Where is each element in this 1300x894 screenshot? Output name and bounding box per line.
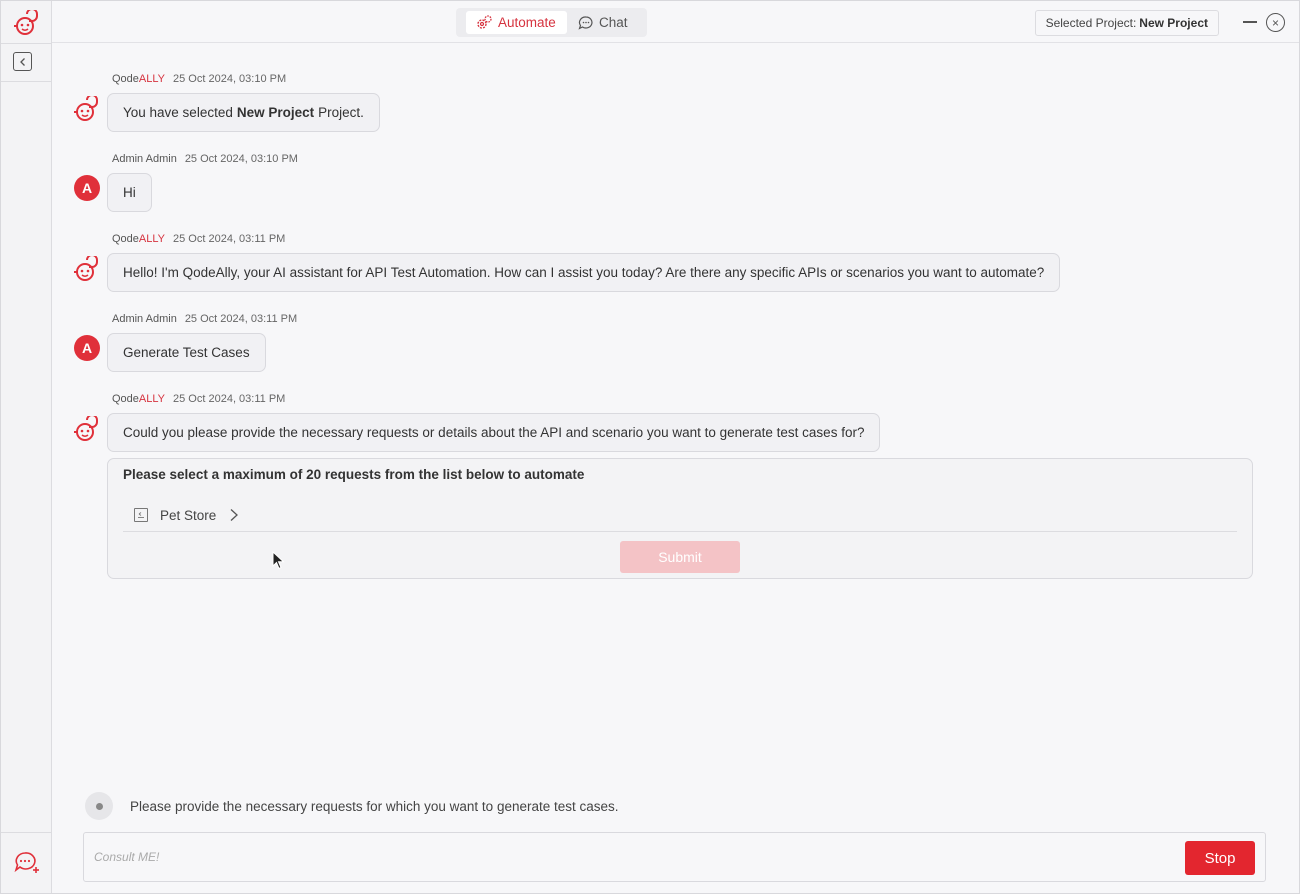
- status-line: Please provide the necessary requests fo…: [85, 792, 619, 820]
- message-timestamp: 25 Oct 2024, 03:11 PM: [184, 313, 298, 325]
- message-bubble: Generate Test Cases: [107, 333, 266, 372]
- sender-name-accent: ALLY: [138, 393, 166, 405]
- tab-chat[interactable]: Chat: [569, 11, 637, 34]
- message-timestamp: 25 Oct 2024, 03:11 PM: [173, 393, 286, 405]
- sender-name: Qode: [112, 393, 139, 405]
- sender-name-accent: ALLY: [138, 73, 166, 85]
- message-meta: QodeALLY 25 Oct 2024, 03:11 PM: [112, 393, 285, 405]
- message-bubble: You have selected New Project Project.: [107, 93, 380, 132]
- message-timestamp: 25 Oct 2024, 03:10 PM: [184, 153, 298, 165]
- message-meta: Admin Admin 25 Oct 2024, 03:10 PM: [112, 153, 298, 165]
- mouse-cursor-icon: [272, 551, 285, 570]
- collection-icon: [134, 508, 148, 522]
- loading-spinner-icon: [85, 792, 113, 820]
- message-text: Could you please provide the necessary r…: [123, 425, 865, 440]
- sidebar-divider: [1, 81, 51, 82]
- bot-avatar-icon: [74, 96, 98, 121]
- sidebar: [1, 1, 52, 893]
- sender-name: Admin Admin: [112, 153, 177, 165]
- stop-button[interactable]: Stop: [1185, 841, 1255, 875]
- sender-name: Admin Admin: [112, 313, 177, 325]
- status-text: Please provide the necessary requests fo…: [130, 798, 619, 814]
- message-text: You have selected: [123, 105, 233, 120]
- mode-toggle: Automate Chat: [456, 8, 647, 37]
- sender-name: Qode: [112, 233, 139, 245]
- tab-chat-label: Chat: [599, 15, 628, 30]
- collection-name: Pet Store: [160, 507, 217, 523]
- bot-avatar-icon: [74, 416, 98, 441]
- message-text: Project.: [318, 105, 364, 120]
- sender-name-accent: ALLY: [138, 233, 166, 245]
- message-meta: Admin Admin 25 Oct 2024, 03:11 PM: [112, 313, 297, 325]
- message-text-bold: New Project: [236, 105, 315, 120]
- close-icon[interactable]: ×: [1266, 13, 1285, 32]
- message-bubble: Could you please provide the necessary r…: [107, 413, 881, 452]
- tab-automate[interactable]: Automate: [466, 11, 567, 34]
- message-timestamp: 25 Oct 2024, 03:11 PM: [173, 233, 286, 245]
- avatar: A: [74, 335, 100, 361]
- new-chat-icon[interactable]: [13, 850, 41, 876]
- message-meta: QodeALLY 25 Oct 2024, 03:10 PM: [112, 73, 286, 85]
- message-input[interactable]: [94, 845, 1174, 869]
- message-bubble: Hi: [107, 173, 152, 212]
- chat-bubble-icon: [578, 15, 593, 30]
- submit-button[interactable]: Submit: [620, 541, 740, 573]
- top-bar: Automate Chat Selected Project: New Proj…: [52, 1, 1299, 43]
- message-meta: QodeALLY 25 Oct 2024, 03:11 PM: [112, 233, 285, 245]
- sidebar-divider: [1, 832, 51, 833]
- tab-automate-label: Automate: [498, 15, 556, 30]
- qodeally-logo-icon: [14, 10, 38, 35]
- message-bubble: Hello! I'm QodeAlly, your AI assistant f…: [107, 253, 1061, 292]
- app-window: Automate Chat Selected Project: New Proj…: [0, 0, 1300, 894]
- chevron-left-icon: [19, 57, 25, 66]
- gears-icon: [477, 14, 492, 29]
- sidebar-divider: [1, 43, 51, 44]
- selected-project-prefix: Selected Project:: [1045, 16, 1137, 30]
- message-timestamp: 25 Oct 2024, 03:10 PM: [173, 73, 287, 85]
- select-panel-title: Please select a maximum of 20 requests f…: [123, 467, 585, 482]
- avatar: A: [74, 175, 100, 201]
- chat-messages: QodeALLY 25 Oct 2024, 03:10 PM You have s…: [52, 43, 1299, 783]
- minimize-icon[interactable]: [1243, 21, 1257, 23]
- message-text: Hello! I'm QodeAlly, your AI assistant f…: [123, 265, 1045, 280]
- message-text: Hi: [123, 185, 136, 200]
- bot-avatar-icon: [74, 256, 98, 281]
- collection-item-pet-store[interactable]: Pet Store: [123, 499, 1237, 532]
- selected-project-chip[interactable]: Selected Project: New Project: [1034, 10, 1219, 36]
- chevron-right-icon[interactable]: [228, 508, 240, 522]
- selected-project-name: New Project: [1139, 16, 1208, 30]
- message-composer: Stop: [83, 832, 1266, 882]
- message-text: Generate Test Cases: [123, 345, 250, 360]
- collapse-sidebar-button[interactable]: [13, 52, 32, 71]
- sender-name: Qode: [112, 73, 139, 85]
